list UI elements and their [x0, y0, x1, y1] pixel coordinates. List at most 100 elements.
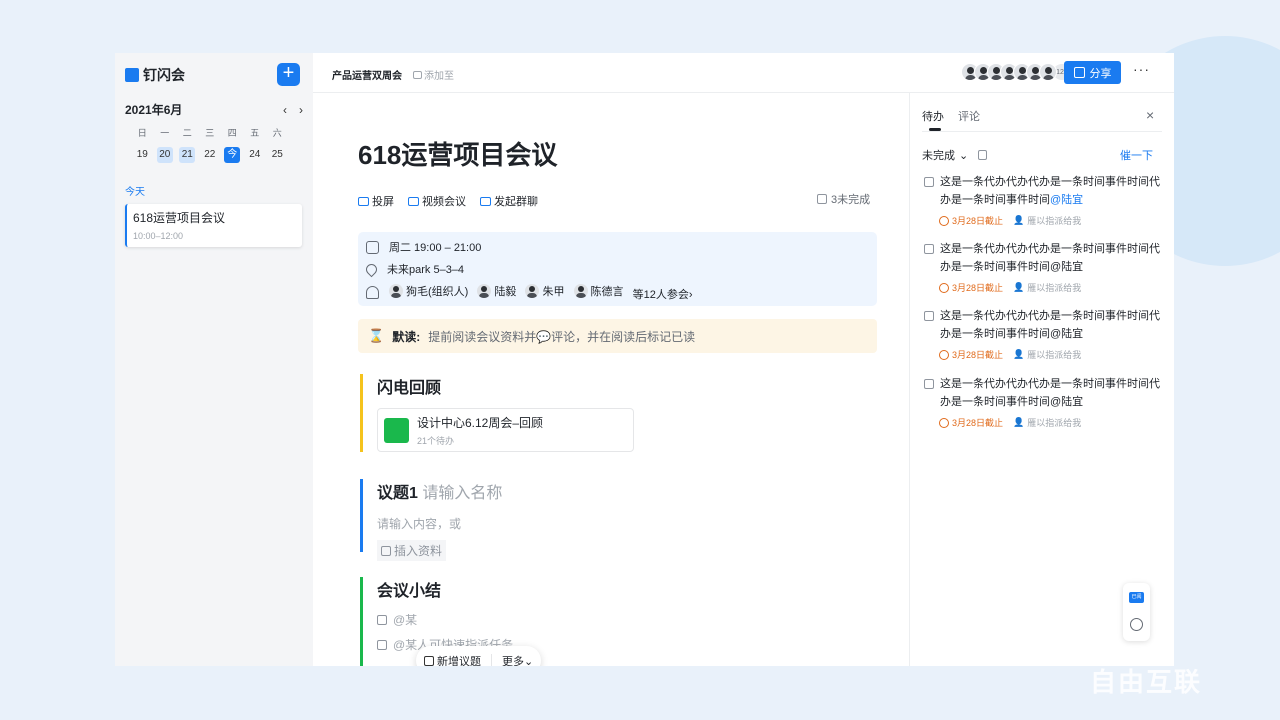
due-date: 3月28日截止 — [939, 416, 1003, 429]
topic-name-input[interactable]: 请输入名称 — [422, 485, 502, 502]
new-topic-button[interactable]: 新增议题 — [424, 653, 481, 666]
assignee[interactable]: 👤 雁以指派给我 — [1013, 348, 1081, 361]
status-filter[interactable]: 未完成 ⌄ — [922, 147, 988, 163]
copy-icon[interactable] — [978, 150, 988, 160]
calendar-day[interactable]: 24 — [244, 147, 267, 163]
share-button[interactable]: 分享 — [1064, 61, 1121, 84]
more-dropdown[interactable]: 更多⌄ — [502, 653, 533, 667]
comment-icon[interactable] — [1130, 618, 1143, 631]
floating-toolbar: 新增议题 更多⌄ — [416, 646, 542, 667]
info-location: 未来park 5–3–4 — [363, 261, 464, 277]
todo-panel: 待办 评论 × 未完成 ⌄ 催一下 这是一条代办代办代办是一条时间事件时间代办是… — [910, 93, 1174, 666]
assignee[interactable]: 👤 雁以指派给我 — [1013, 416, 1081, 429]
attendee[interactable]: 朱甲 — [525, 283, 564, 299]
avatar — [1039, 63, 1057, 81]
meeting-time: 10:00–12:00 — [133, 231, 184, 241]
notice-label: 默读: — [392, 329, 421, 344]
assignee[interactable]: 👤 雁以指派给我 — [1013, 281, 1081, 294]
group-chat-button[interactable]: 发起群聊 — [480, 193, 538, 209]
close-icon[interactable]: × — [1146, 107, 1154, 123]
calendar-day[interactable]: 25 — [266, 147, 289, 163]
folder-icon — [413, 70, 422, 79]
meeting-info: 周二 19:00 – 21:00 未来park 5–3–4 狗毛(组织人) 陆毅… — [358, 232, 877, 306]
side-tools: 已阅 — [1123, 583, 1150, 641]
topbar: 产品运营双周会 添加至 123 分享 ··· — [313, 53, 1174, 93]
section-flash-review: 闪电回顾 设计中心6.12周会–回顾 21个待办 — [360, 374, 634, 452]
toolbar: 投屏 视频会议 发起群聊 — [358, 193, 538, 209]
undone-count[interactable]: 3未完成 — [817, 191, 870, 207]
meeting-title: 618运营项目会议 — [133, 211, 226, 225]
read-icon[interactable]: 已阅 — [1129, 592, 1144, 603]
person-icon: 👤 — [1013, 417, 1025, 427]
due-date: 3月28日截止 — [939, 281, 1003, 294]
section-title: 闪电回顾 — [377, 380, 442, 397]
avatar — [477, 284, 492, 298]
calendar-icon — [366, 240, 379, 254]
todo-checkbox[interactable] — [924, 177, 934, 187]
calendar-day-today[interactable]: 今 — [221, 147, 244, 163]
brand: 钉闪会 — [125, 65, 185, 85]
add-meeting-button[interactable]: + — [277, 63, 300, 86]
todo-checkbox[interactable] — [924, 311, 934, 321]
screen-icon — [358, 196, 369, 206]
watermark: 自由互联 — [1090, 667, 1203, 697]
breadcrumb[interactable]: 产品运营双周会 — [332, 67, 402, 82]
weekday: 三 — [205, 128, 215, 138]
attendee[interactable]: 狗毛(组织人) — [389, 283, 468, 299]
calendar-day[interactable]: 20 — [154, 147, 177, 163]
todo-item: 这是一条代办代办代办是一条时间事件时间代办是一条时间事件时间@陆宜 3月28日截… — [924, 375, 1164, 429]
task-item[interactable]: @某 — [377, 611, 513, 628]
file-title: 设计中心6.12周会–回顾 — [417, 415, 544, 430]
todo-item: 这是一条代办代办代办是一条时间事件时间代办是一条时间事件时间@陆宜 3月28日截… — [924, 240, 1164, 294]
checkbox-icon[interactable] — [377, 639, 387, 650]
calendar-day[interactable]: 22 — [199, 147, 222, 163]
remind-button[interactable]: 催一下 — [1120, 147, 1153, 163]
clock-icon — [939, 282, 949, 293]
document: 618运营项目会议 投屏 视频会议 发起群聊 3未完成 周二 19:00 – 2… — [313, 93, 910, 666]
calendar-days: 19 20 21 22 今 24 25 — [131, 147, 289, 163]
person-icon: 👤 — [1013, 282, 1025, 292]
clock-icon — [939, 349, 949, 360]
insert-material-button[interactable]: 插入资料 — [377, 540, 447, 561]
todo-item: 这是一条代办代办代办是一条时间事件时间代办是一条时间事件时间@陆宜 3月28日截… — [924, 173, 1164, 227]
divider — [491, 653, 492, 666]
tab-comments[interactable]: 评论 — [958, 108, 980, 124]
more-attendees-link[interactable]: 等12人参会› — [633, 289, 693, 301]
more-button[interactable]: ··· — [1133, 61, 1150, 77]
calendar-header: 2021年6月 ‹ › — [125, 101, 303, 118]
todo-checkbox[interactable] — [924, 244, 934, 254]
calendar-month: 2021年6月 — [125, 103, 183, 117]
sidebar: 钉闪会 + 2021年6月 ‹ › 日 一 二 三 四 五 六 19 20 21… — [115, 53, 313, 666]
today-label: 今天 — [125, 187, 145, 198]
weekday: 六 — [272, 128, 282, 138]
todo-text: 这是一条代办代办代办是一条时间事件时间代办是一条时间事件时间@陆宜 — [940, 243, 1160, 273]
info-people: 狗毛(组织人) 陆毅 朱甲 陈德言 等12人参会› — [366, 283, 693, 302]
screencast-button[interactable]: 投屏 — [358, 193, 394, 209]
avatar — [573, 284, 588, 298]
todo-checkbox[interactable] — [924, 379, 934, 389]
clock-icon — [939, 417, 949, 428]
attendee[interactable]: 陆毅 — [477, 283, 516, 299]
video-meeting-button[interactable]: 视频会议 — [408, 193, 466, 209]
file-card[interactable]: 设计中心6.12周会–回顾 21个待办 — [377, 408, 634, 452]
prev-month-icon[interactable]: ‹ — [283, 103, 287, 117]
meeting-card[interactable]: 618运营项目会议 10:00–12:00 — [125, 204, 302, 247]
topic-content-input[interactable]: 请输入内容，或 — [377, 515, 502, 532]
attendee-avatars[interactable]: 123 — [961, 63, 1072, 81]
assignee[interactable]: 👤 雁以指派给我 — [1013, 214, 1081, 227]
weekday: 二 — [182, 128, 192, 138]
attendee[interactable]: 陈德言 — [573, 283, 624, 299]
file-icon — [384, 417, 409, 443]
calendar-day[interactable]: 19 — [131, 147, 154, 163]
weekday: 日 — [137, 128, 147, 138]
page-title: 618运营项目会议 — [358, 140, 558, 170]
checkbox-icon[interactable] — [377, 614, 387, 625]
calendar-day[interactable]: 21 — [176, 147, 199, 163]
hourglass-icon: ⌛ — [368, 328, 385, 343]
add-to-button[interactable]: 添加至 — [413, 67, 454, 82]
avatar — [389, 284, 403, 298]
next-month-icon[interactable]: › — [299, 103, 303, 117]
section-title: 议题1 请输入名称 — [377, 485, 503, 502]
tab-todo[interactable]: 待办 — [922, 108, 944, 131]
notice-text: 提前阅读会议资料并💬评论，并在阅读后标记已读 — [428, 329, 696, 344]
